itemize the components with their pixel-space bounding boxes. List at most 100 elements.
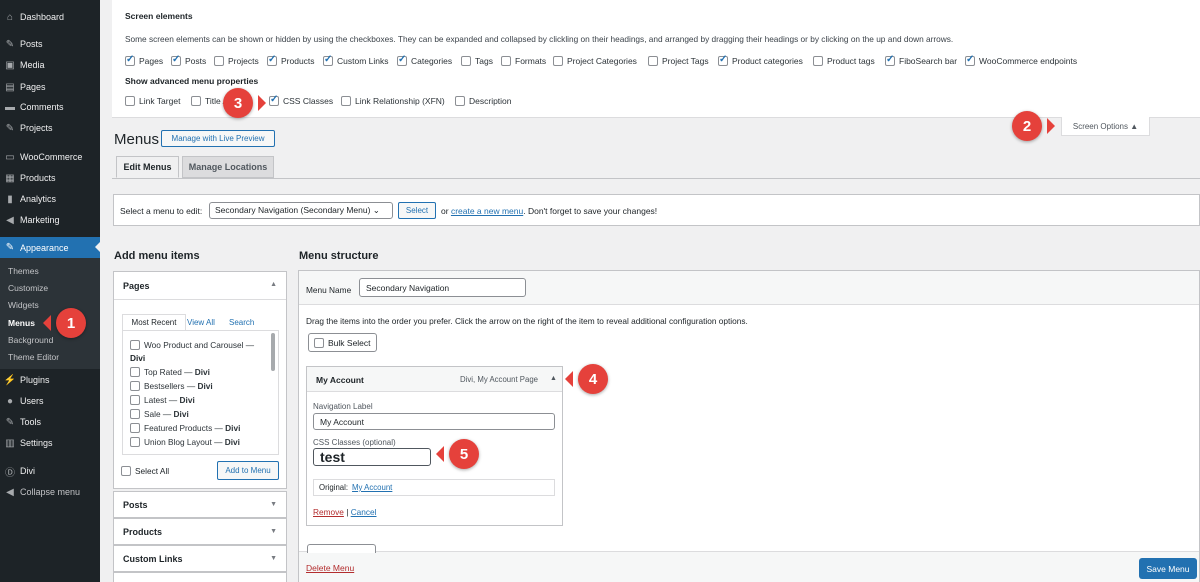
checkbox-fibosearch-bar[interactable]: FiboSearch bar bbox=[885, 54, 957, 66]
posts-accordion[interactable]: Posts ▼ bbox=[113, 491, 287, 518]
nav-analytics[interactable]: ▮ Analytics bbox=[0, 189, 100, 209]
tab-edit-menus[interactable]: Edit Menus bbox=[116, 156, 179, 178]
checkbox-unchecked[interactable] bbox=[130, 381, 140, 391]
tab-most-recent[interactable]: Most Recent bbox=[122, 314, 186, 331]
checkbox-checked[interactable] bbox=[885, 54, 895, 66]
nav-users[interactable]: ● Users bbox=[0, 391, 100, 411]
nav-products[interactable]: ▦ Products bbox=[0, 168, 100, 188]
checkbox-projects[interactable]: Projects bbox=[214, 56, 259, 66]
tab-manage-locations[interactable]: Manage Locations bbox=[182, 156, 274, 178]
checkbox-unchecked[interactable] bbox=[130, 409, 140, 419]
add-to-menu-button[interactable]: Add to Menu bbox=[217, 461, 279, 480]
checkbox-unchecked[interactable] bbox=[125, 96, 135, 106]
page-list-item[interactable]: Union Blog Layout — Divi bbox=[130, 437, 240, 447]
checkbox-unchecked[interactable] bbox=[130, 340, 140, 350]
checkbox-custom-links[interactable]: Custom Links bbox=[323, 54, 389, 66]
checkbox-unchecked[interactable] bbox=[130, 367, 140, 377]
custom-links-accordion[interactable]: Custom Links ▼ bbox=[113, 545, 287, 572]
create-menu-link[interactable]: create a new menu bbox=[451, 206, 523, 216]
checkbox-unchecked[interactable] bbox=[553, 56, 563, 66]
menu-select[interactable]: Secondary Navigation (Secondary Menu) ⌄ bbox=[209, 202, 393, 219]
submenu-customize[interactable]: Customize bbox=[8, 283, 48, 293]
nav-pages[interactable]: ▤ Pages bbox=[0, 77, 100, 97]
checkbox-categories[interactable]: Categories bbox=[397, 54, 452, 66]
page-list-item[interactable]: Bestsellers — Divi bbox=[130, 381, 213, 391]
nav-dashboard[interactable]: ⌂ Dashboard bbox=[0, 7, 100, 27]
checkbox-unchecked[interactable] bbox=[648, 56, 658, 66]
checkbox-checked[interactable] bbox=[267, 54, 277, 66]
nav-comments[interactable]: ▬ Comments bbox=[0, 97, 100, 117]
submenu-theme-editor[interactable]: Theme Editor bbox=[8, 352, 59, 362]
page-list-item[interactable]: Latest — Divi bbox=[130, 395, 195, 405]
page-list-item[interactable]: Woo Product and Carousel — bbox=[130, 340, 254, 350]
nav-settings[interactable]: ▥ Settings bbox=[0, 433, 100, 453]
cancel-link[interactable]: Cancel bbox=[351, 507, 377, 517]
nav-appearance[interactable]: ✎ Appearance bbox=[0, 237, 100, 258]
nav-projects[interactable]: ✎ Projects bbox=[0, 118, 100, 138]
checkbox-checked[interactable] bbox=[125, 54, 135, 66]
page-list-item[interactable]: Sale — Divi bbox=[130, 409, 189, 419]
original-link[interactable]: My Account bbox=[352, 483, 392, 492]
submenu-themes[interactable]: Themes bbox=[8, 266, 39, 276]
checkbox-pages[interactable]: Pages bbox=[125, 54, 163, 66]
checkbox-title-attribute[interactable]: Title Attribute bbox=[191, 96, 227, 106]
live-preview-button[interactable]: Manage with Live Preview bbox=[161, 130, 275, 147]
checkbox-checked[interactable] bbox=[965, 54, 975, 66]
tab-view-all[interactable]: View All bbox=[187, 318, 215, 327]
pages-accordion-title[interactable]: Pages bbox=[123, 281, 150, 291]
nav-posts[interactable]: ✎ Posts bbox=[0, 34, 100, 54]
expand-arrow-icon[interactable]: ▼ bbox=[270, 528, 277, 535]
collapse-arrow-icon[interactable]: ▲ bbox=[270, 281, 277, 288]
nav-woocommerce[interactable]: ▭ WooCommerce bbox=[0, 147, 100, 167]
checkbox-unchecked[interactable] bbox=[341, 96, 351, 106]
select-all-checkbox[interactable]: Select All bbox=[121, 466, 169, 476]
checkbox-unchecked[interactable] bbox=[191, 96, 201, 106]
checkbox-unchecked[interactable] bbox=[314, 337, 324, 348]
submenu-background[interactable]: Background bbox=[8, 335, 53, 345]
collapse-menu[interactable]: ◀ Collapse menu bbox=[0, 482, 100, 502]
expand-arrow-icon[interactable]: ▼ bbox=[270, 555, 277, 562]
nav-divi[interactable]: Ⓓ Divi bbox=[0, 461, 100, 481]
checkbox-posts[interactable]: Posts bbox=[171, 54, 206, 66]
checkbox-unchecked[interactable] bbox=[130, 423, 140, 433]
bulk-select-button-bottom[interactable] bbox=[307, 544, 376, 553]
submenu-menus[interactable]: Menus bbox=[8, 318, 35, 328]
page-list-item[interactable]: Featured Products — Divi bbox=[130, 423, 240, 433]
checkbox-checked[interactable] bbox=[171, 54, 181, 66]
products-accordion[interactable]: Products ▼ bbox=[113, 518, 287, 545]
css-classes-input[interactable]: test bbox=[313, 448, 431, 466]
checkbox-woocommerce-endpoints[interactable]: WooCommerce endpoints bbox=[965, 54, 1077, 66]
categories-accordion[interactable] bbox=[113, 572, 287, 582]
submenu-widgets[interactable]: Widgets bbox=[8, 300, 39, 310]
checkbox-product-categories[interactable]: Product categories bbox=[718, 54, 803, 66]
nav-plugins[interactable]: ⚡ Plugins bbox=[0, 370, 100, 390]
checkbox-checked[interactable] bbox=[397, 54, 407, 66]
checkbox-formats[interactable]: Formats bbox=[501, 56, 546, 66]
navigation-label-input[interactable]: My Account bbox=[313, 413, 555, 430]
expand-arrow-icon[interactable]: ▼ bbox=[270, 501, 277, 508]
menu-name-input[interactable]: Secondary Navigation bbox=[359, 278, 526, 297]
page-list-item[interactable]: Top Rated — Divi bbox=[130, 367, 210, 377]
save-menu-button[interactable]: Save Menu bbox=[1139, 558, 1197, 579]
checkbox-unchecked[interactable] bbox=[121, 466, 131, 476]
list-scrollbar[interactable] bbox=[271, 333, 275, 371]
checkbox-project-tags[interactable]: Project Tags bbox=[648, 56, 709, 66]
checkbox-checked[interactable] bbox=[718, 54, 728, 66]
checkbox-css-classes[interactable]: CSS Classes bbox=[269, 94, 333, 106]
checkbox-project-categories[interactable]: Project Categories bbox=[553, 56, 637, 66]
delete-menu-link[interactable]: Delete Menu bbox=[306, 563, 354, 573]
checkbox-checked[interactable] bbox=[323, 54, 333, 66]
nav-media[interactable]: ▣ Media bbox=[0, 55, 100, 75]
screen-options-toggle[interactable]: Screen Options ▲ bbox=[1061, 117, 1150, 136]
checkbox-description[interactable]: Description bbox=[455, 96, 512, 106]
checkbox-product-tags[interactable]: Product tags bbox=[813, 56, 875, 66]
nav-tools[interactable]: ✎ Tools bbox=[0, 412, 100, 432]
checkbox-link-target[interactable]: Link Target bbox=[125, 96, 180, 106]
checkbox-unchecked[interactable] bbox=[214, 56, 224, 66]
select-menu-button[interactable]: Select bbox=[398, 202, 436, 219]
checkbox-tags[interactable]: Tags bbox=[461, 56, 493, 66]
checkbox-checked[interactable] bbox=[269, 94, 279, 106]
collapse-arrow-icon[interactable]: ▲ bbox=[550, 375, 557, 382]
checkbox-products[interactable]: Products bbox=[267, 54, 315, 66]
checkbox-unchecked[interactable] bbox=[813, 56, 823, 66]
